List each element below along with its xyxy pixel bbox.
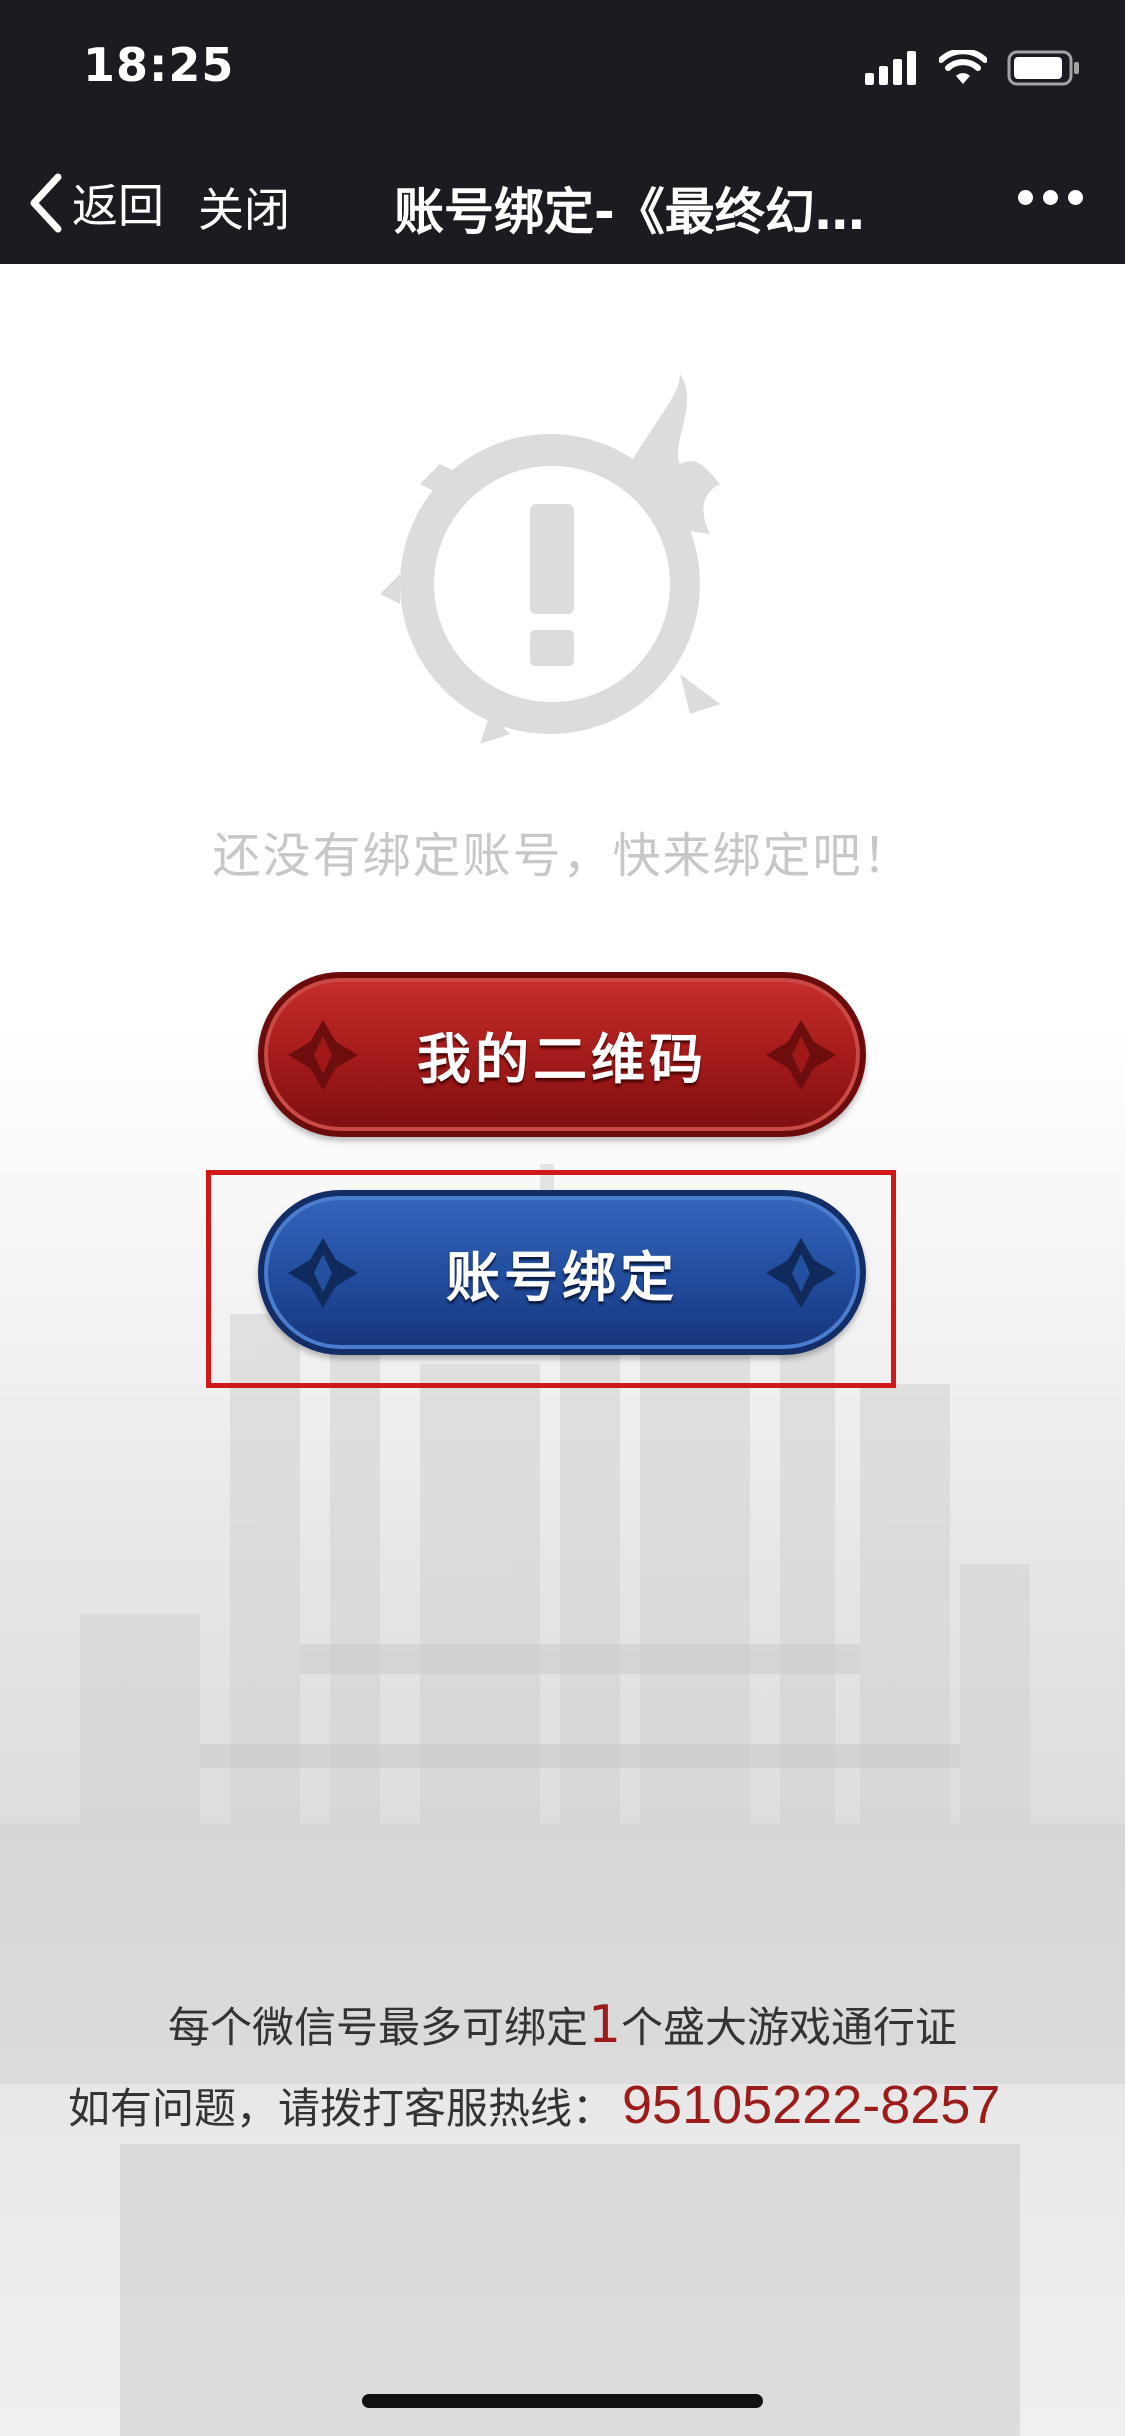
diamond-ornament-icon: [766, 1019, 836, 1090]
bind-limit-prefix: 每个微信号最多可绑定: [167, 2003, 588, 2052]
bind-limit-text: 每个微信号最多可绑定1个盛大游戏通行证: [0, 1994, 1125, 2055]
empty-state-message: 还没有绑定账号，快来绑定吧！: [212, 828, 913, 884]
back-label: 返回: [72, 179, 164, 233]
hotline-number[interactable]: 95105222-8257: [622, 2075, 1000, 2135]
nav-bar: 返回 关闭 账号绑定-《最终幻…: [0, 132, 1125, 264]
bind-limit-suffix: 个盛大游戏通行证: [621, 2003, 958, 2052]
more-icon[interactable]: [1018, 190, 1083, 205]
main-content: 还没有绑定账号，快来绑定吧！ 我的二维码 账号绑定 每个微信号最多可绑定1个盛大…: [0, 264, 1125, 2436]
battery-icon: [1007, 50, 1079, 86]
page-title: 账号绑定-《最终幻…: [394, 183, 865, 241]
my-qr-code-label: 我的二维码: [417, 1028, 707, 1091]
status-time: 18:25: [83, 38, 235, 92]
chevron-left-icon: [30, 173, 62, 233]
bind-limit-count: 1: [587, 1995, 622, 2055]
diamond-ornament-icon: [288, 1019, 358, 1090]
status-icons: [865, 50, 1081, 86]
bind-account-label: 账号绑定: [446, 1246, 678, 1309]
signal-icon: [865, 51, 916, 85]
home-indicator[interactable]: [362, 2394, 763, 2408]
diamond-ornament-icon: [288, 1237, 358, 1308]
hotline-text: 如有问题，请拨打客服热线： 95105222-8257: [68, 2074, 1000, 2136]
wifi-icon: [939, 50, 987, 84]
status-bar: 18:25: [0, 0, 1125, 132]
back-button[interactable]: 返回: [28, 170, 164, 236]
bind-account-button[interactable]: 账号绑定: [258, 1190, 866, 1355]
hotline-prefix: 如有问题，请拨打客服热线：: [68, 2084, 615, 2133]
my-qr-code-button[interactable]: 我的二维码: [258, 972, 866, 1137]
close-button[interactable]: 关闭: [198, 174, 290, 240]
warning-emblem-icon: [380, 374, 720, 744]
diamond-ornament-icon: [766, 1237, 836, 1308]
